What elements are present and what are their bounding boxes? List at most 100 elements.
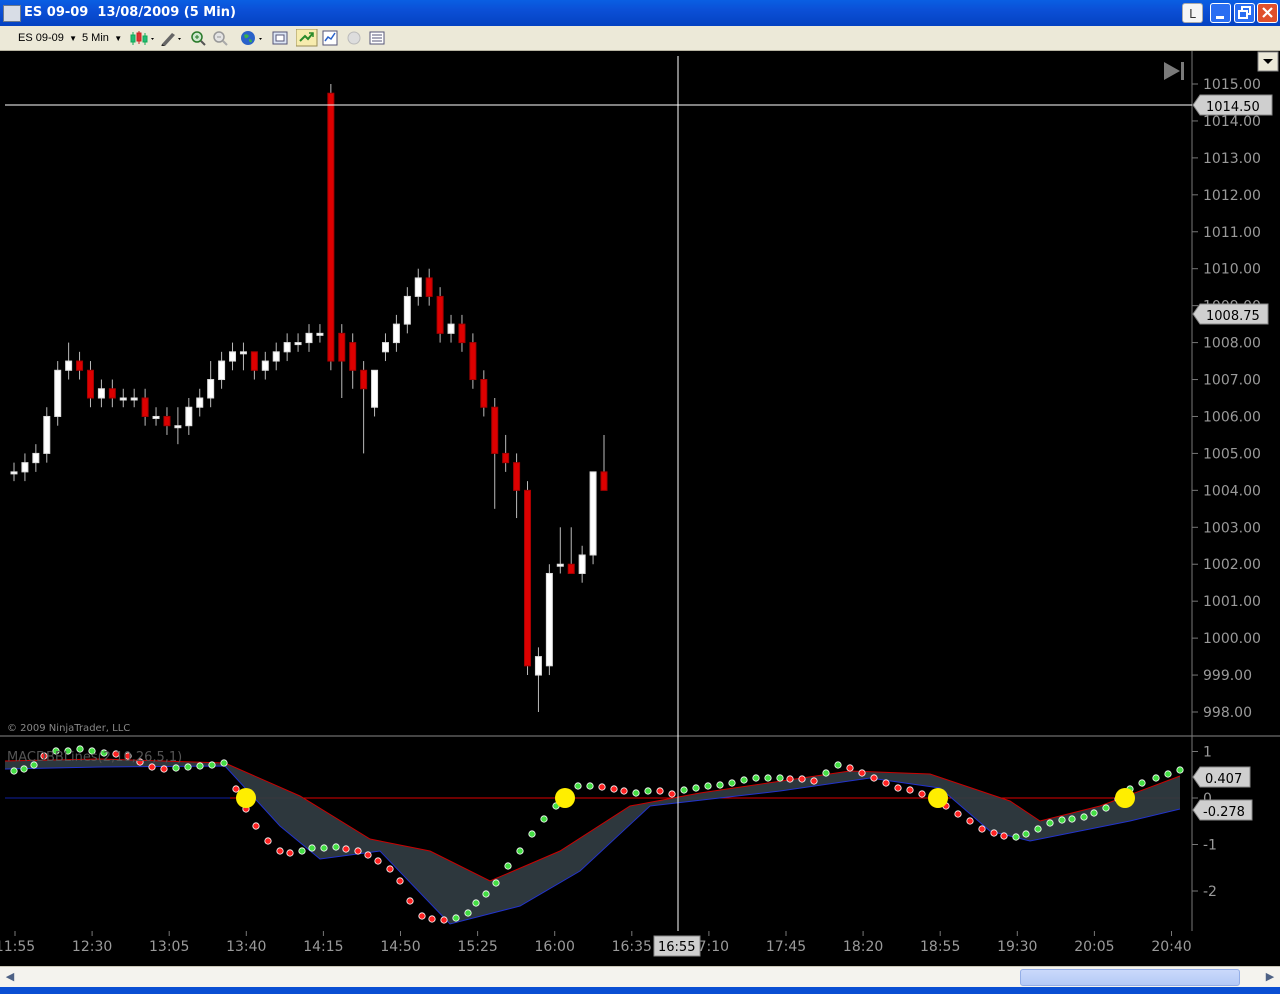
candle-body [10, 471, 18, 475]
price-chart[interactable]: 1015.00 1014.00 1013.00 1012.00 1011.00 1010.… [0, 51, 1280, 964]
macd-up-dot [740, 776, 748, 784]
candle-body [65, 360, 73, 371]
maximize-button[interactable] [1234, 3, 1255, 23]
macd-down-dot [276, 847, 284, 855]
pencil-draw-icon[interactable] [160, 30, 184, 46]
macd-up-dot [196, 762, 204, 770]
title-bar: ES 09-09 13/08/2009 (5 Min) L [0, 0, 1280, 26]
chart-style-icon[interactable] [130, 30, 156, 46]
macd-down-dot [620, 787, 628, 795]
time-tick-label: 19:30 [997, 939, 1037, 955]
price-tick-label: 1010.00 [1203, 262, 1261, 278]
instrument-selector[interactable]: ES 09-09 ▼ [18, 29, 77, 47]
macd-down-dot [264, 837, 272, 845]
scrollbar-thumb[interactable] [1020, 969, 1240, 986]
last-price-label: 1008.75 [1192, 303, 1269, 325]
macd-up-dot [1034, 825, 1042, 833]
candle-body [196, 397, 204, 408]
macd-up-dot [332, 843, 340, 851]
scroll-right-icon[interactable]: ▶ [1262, 969, 1278, 985]
copyright-text: © 2009 NinjaTrader, LLC [7, 723, 130, 734]
macd-up-dot [10, 767, 18, 775]
time-tick-label: 20:40 [1151, 939, 1191, 955]
globe-icon[interactable] [240, 30, 266, 46]
price-tick-label: 1007.00 [1203, 373, 1261, 389]
candle-body [272, 351, 280, 362]
macd-down-dot [418, 912, 426, 920]
macd-up-dot [716, 781, 724, 789]
candle-body [589, 471, 597, 556]
candle-body [556, 563, 564, 567]
macd-up-dot [1102, 804, 1110, 812]
disabled-circle-icon[interactable] [346, 30, 362, 46]
candle-body [480, 379, 488, 408]
macd-down-dot [252, 822, 260, 830]
price-tick-label: 1000.00 [1203, 631, 1261, 647]
price-tick-label: 999.00 [1203, 668, 1252, 684]
chart-menu-dropdown[interactable] [1257, 51, 1279, 72]
time-tick-label: 17:45 [766, 939, 806, 955]
price-tick-label: 1002.00 [1203, 557, 1261, 573]
crossover-signal-marker [928, 788, 948, 808]
candle-body [600, 471, 608, 491]
macd-avg-text: -0.278 [1203, 805, 1245, 820]
macd-down-dot [440, 916, 448, 924]
chevron-down-icon: ▼ [66, 34, 78, 43]
scroll-left-icon[interactable]: ◀ [2, 969, 18, 985]
candle-body [250, 351, 258, 371]
macd-up-dot [728, 779, 736, 787]
macd-up-dot [644, 787, 652, 795]
macd-up-dot [1080, 813, 1088, 821]
macd-up-dot [776, 774, 784, 782]
chart-panel[interactable]: 1015.00 1014.00 1013.00 1012.00 1011.00 1010.… [0, 51, 1280, 964]
macd-up-dot [320, 844, 328, 852]
macd-down-dot [894, 784, 902, 792]
macd-up-dot [504, 862, 512, 870]
interval-label: 5 Min [82, 32, 109, 44]
macd-down-dot [428, 915, 436, 923]
link-button[interactable]: L [1182, 3, 1203, 23]
price-tick-label: 1001.00 [1203, 594, 1261, 610]
macd-up-dot [764, 774, 772, 782]
candle-body [403, 295, 411, 325]
candle-body [524, 489, 532, 667]
macd-up-dot [1176, 766, 1184, 774]
macd-up-dot [1152, 774, 1160, 782]
scroll-to-end-icon[interactable] [1164, 62, 1184, 80]
candle-body [218, 360, 226, 381]
time-tick-label: 13:05 [149, 939, 189, 955]
macd-up-dot [208, 761, 216, 769]
macd-up-dot [184, 763, 192, 771]
close-button[interactable] [1257, 3, 1278, 23]
macd-down-dot [598, 783, 606, 791]
candle-body [174, 425, 182, 429]
interval-selector[interactable]: 5 Min ▼ [82, 29, 122, 47]
macd-up-dot [574, 782, 582, 790]
strategy-chart-icon[interactable] [322, 30, 338, 46]
indicator-tick-label: 1 [1203, 745, 1212, 761]
macd-up-dot [528, 830, 536, 838]
macd-down-dot [286, 849, 294, 857]
horizontal-scrollbar[interactable]: ◀ ▶ [0, 966, 1280, 987]
macd-up-dot [492, 879, 500, 887]
last-price-text: 1008.75 [1206, 309, 1260, 324]
data-box-icon[interactable] [272, 30, 288, 46]
chart-trader-icon[interactable] [296, 29, 318, 47]
macd-down-dot [1000, 832, 1008, 840]
time-tick-label: 14:15 [303, 939, 343, 955]
candle-body [349, 342, 357, 371]
candle-body [207, 379, 215, 399]
properties-list-icon[interactable] [369, 30, 385, 46]
macd-down-dot [906, 786, 914, 794]
minimize-button[interactable] [1210, 3, 1231, 23]
candle-body [261, 360, 269, 371]
crosshair-time-text: 16:55 [658, 940, 695, 955]
macd-avg-label: -0.278 [1192, 799, 1253, 821]
price-tick-label: 1011.00 [1203, 225, 1261, 241]
macd-up-dot [1090, 809, 1098, 817]
macd-up-dot [472, 899, 480, 907]
zoom-in-icon[interactable] [190, 30, 206, 46]
zoom-out-icon[interactable] [212, 30, 228, 46]
macd-down-dot [668, 790, 676, 798]
macd-up-dot [822, 769, 830, 777]
